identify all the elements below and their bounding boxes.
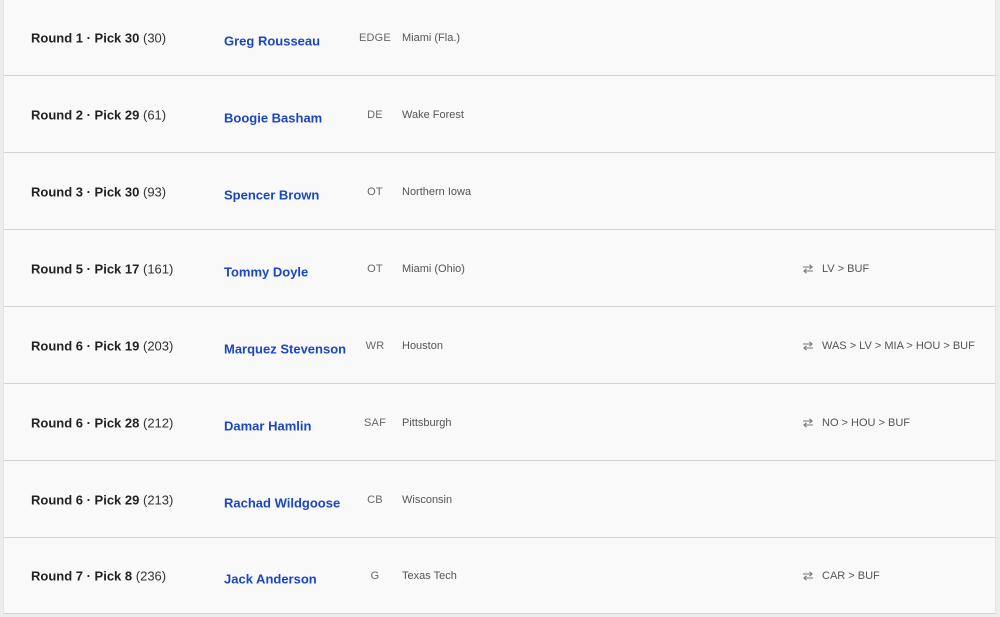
player-position: G [370, 569, 380, 582]
player-name-link[interactable]: Spencer Brown [224, 187, 319, 202]
pick-row: Round 3 · Pick 30 (93) Spencer Brown OT … [4, 154, 995, 230]
trade-path: LV > BUF [802, 263, 869, 275]
pick-row: Round 7 · Pick 8 (236) Jack Anderson G T… [4, 538, 995, 614]
player-position: DE [367, 108, 383, 121]
pick-row: Round 6 · Pick 29 (213) Rachad Wildgoose… [4, 462, 995, 538]
player-name-link[interactable]: Rachad Wildgoose [224, 495, 340, 510]
pick-label: Round 1 · Pick 30 (30) [31, 30, 166, 45]
swap-arrows-icon [802, 417, 814, 428]
trade-path-text: CAR > BUF [822, 569, 880, 582]
overall-pick: (203) [143, 338, 174, 353]
player-school: Pittsburgh [402, 416, 452, 429]
player-position: WR [365, 339, 385, 352]
player-position: EDGE [359, 31, 391, 44]
player-name-link[interactable]: Jack Anderson [224, 571, 317, 586]
player-name-link[interactable]: Greg Rousseau [224, 33, 320, 48]
player-school: Wisconsin [402, 493, 453, 506]
pick-row: Round 6 · Pick 19 (203) Marquez Stevenso… [4, 308, 995, 384]
overall-pick: (213) [143, 492, 174, 507]
trade-path: NO > HOU > BUF [802, 417, 910, 429]
round-pick: Round 6 · Pick 19 [31, 338, 140, 353]
trade-path-text: LV > BUF [822, 262, 870, 275]
pick-label: Round 5 · Pick 17 (161) [31, 261, 173, 276]
player-name-link[interactable]: Boogie Basham [224, 110, 322, 125]
trade-path: WAS > LV > MIA > HOU > BUF [802, 340, 975, 352]
pick-label: Round 6 · Pick 19 (203) [31, 338, 173, 353]
pick-row: Round 1 · Pick 30 (30) Greg Rousseau EDG… [4, 0, 995, 76]
draft-picks-list: Round 1 · Pick 30 (30) Greg Rousseau EDG… [3, 0, 996, 614]
player-name-link[interactable]: Marquez Stevenson [224, 341, 346, 356]
player-school: Texas Tech [402, 569, 457, 582]
player-name-link[interactable]: Tommy Doyle [224, 264, 308, 279]
round-pick: Round 7 · Pick 8 [31, 568, 133, 583]
pick-label: Round 6 · Pick 28 (212) [31, 415, 173, 430]
player-school: Northern Iowa [402, 185, 472, 198]
round-pick: Round 6 · Pick 29 [31, 492, 140, 507]
overall-pick: (61) [143, 107, 167, 122]
overall-pick: (236) [135, 568, 167, 583]
trade-path: CAR > BUF [802, 570, 880, 582]
round-pick: Round 2 · Pick 29 [31, 107, 140, 122]
pick-label: Round 2 · Pick 29 (61) [31, 107, 166, 122]
pick-row: Round 5 · Pick 17 (161) Tommy Doyle OT M… [4, 231, 995, 307]
player-position: CB [367, 493, 383, 506]
round-pick: Round 1 · Pick 30 [31, 30, 140, 45]
pick-label: Round 6 · Pick 29 (213) [31, 492, 173, 507]
overall-pick: (93) [143, 184, 167, 199]
swap-arrows-icon [802, 263, 814, 274]
swap-arrows-icon [802, 570, 814, 581]
overall-pick: (212) [143, 415, 174, 430]
overall-pick: (30) [143, 30, 167, 45]
round-pick: Round 3 · Pick 30 [31, 184, 140, 199]
player-position: SAF [364, 416, 386, 429]
player-position: OT [367, 262, 383, 275]
round-pick: Round 6 · Pick 28 [31, 415, 140, 430]
pick-row: Round 6 · Pick 28 (212) Damar Hamlin SAF… [4, 385, 995, 461]
player-position: OT [367, 185, 383, 198]
swap-arrows-icon [802, 340, 814, 351]
trade-path-text: WAS > LV > MIA > HOU > BUF [822, 339, 975, 352]
player-name-link[interactable]: Damar Hamlin [224, 418, 311, 433]
pick-label: Round 7 · Pick 8 (236) [31, 568, 166, 583]
player-school: Miami (Ohio) [402, 262, 465, 275]
player-school: Miami (Fla.) [402, 31, 461, 44]
trade-path-text: NO > HOU > BUF [822, 416, 911, 429]
round-pick: Round 5 · Pick 17 [31, 261, 140, 276]
player-school: Wake Forest [402, 108, 464, 121]
player-school: Houston [402, 339, 443, 352]
pick-row: Round 2 · Pick 29 (61) Boogie Basham DE … [4, 77, 995, 153]
overall-pick: (161) [143, 261, 174, 276]
pick-label: Round 3 · Pick 30 (93) [31, 184, 166, 199]
